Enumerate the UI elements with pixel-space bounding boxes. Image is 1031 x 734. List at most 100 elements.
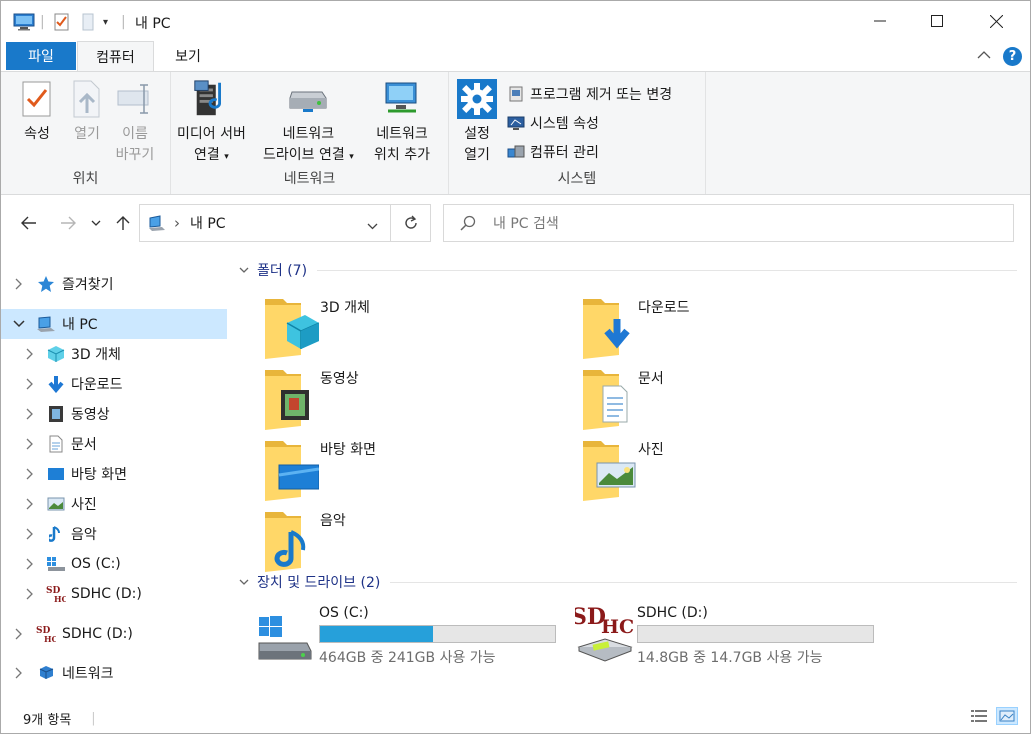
- expand-chevron-icon[interactable]: [23, 347, 37, 361]
- ribbon: 속성 열기 이름 바꾸기 위치 미디어 서버 연결 ▾ 네트워크 드라이브 연결…: [1, 71, 1030, 195]
- search-box[interactable]: 내 PC 검색: [443, 204, 1014, 242]
- tab-computer[interactable]: 컴퓨터: [77, 41, 154, 72]
- uninstall-program-button[interactable]: 프로그램 제거 또는 변경: [507, 82, 672, 106]
- maximize-button[interactable]: [908, 1, 966, 41]
- expand-chevron-icon[interactable]: [23, 497, 37, 511]
- rename-icon: [115, 78, 155, 120]
- help-icon[interactable]: ?: [1003, 47, 1022, 66]
- expand-chevron-icon[interactable]: [23, 467, 37, 481]
- expand-chevron-icon[interactable]: [23, 587, 37, 601]
- videos-folder-icon: [263, 364, 319, 430]
- expand-chevron-icon[interactable]: [12, 627, 26, 641]
- new-folder-qa-icon[interactable]: [81, 11, 95, 33]
- map-network-drive-button[interactable]: 네트워크 드라이브 연결 ▾: [263, 78, 354, 168]
- nav-label: 바탕 화면: [71, 467, 127, 483]
- minimize-button[interactable]: [851, 1, 909, 41]
- network-icon: [36, 663, 56, 683]
- title-bar: | ▾ | 내 PC: [1, 1, 1030, 41]
- up-button[interactable]: [109, 208, 137, 238]
- nav-item-child[interactable]: 동영상: [1, 399, 227, 429]
- recent-locations-button[interactable]: [85, 208, 107, 238]
- folder-name: 동영상: [320, 371, 359, 387]
- large-icons-view-button[interactable]: [996, 707, 1018, 725]
- folder-name: 문서: [638, 371, 664, 387]
- folder-item[interactable]: 3D 개체: [263, 293, 563, 359]
- nav-item-this-pc[interactable]: 내 PC: [1, 309, 227, 339]
- open-icon: [67, 78, 107, 120]
- folder-item[interactable]: 문서: [581, 364, 881, 430]
- nav-item-child[interactable]: SD HC SDHC (D:): [1, 579, 227, 609]
- download-icon: [46, 374, 66, 394]
- group-label-location: 위치: [72, 171, 99, 187]
- uninstall-icon: [507, 85, 525, 103]
- nav-item-network[interactable]: 네트워크: [1, 658, 227, 688]
- nav-item-child[interactable]: 사진: [1, 489, 227, 519]
- folders-section-header[interactable]: 폴더 (7): [239, 259, 1017, 281]
- folder-item[interactable]: 다운로드: [581, 293, 881, 359]
- properties-qa-icon[interactable]: [54, 11, 70, 33]
- expand-chevron-icon[interactable]: [23, 437, 37, 451]
- open-button[interactable]: 열기: [67, 78, 107, 145]
- rename-button[interactable]: 이름 바꾸기: [115, 78, 155, 166]
- computer-management-icon: [507, 143, 525, 161]
- properties-button[interactable]: 속성: [17, 78, 57, 145]
- nav-item-child[interactable]: 바탕 화면: [1, 459, 227, 489]
- collapse-ribbon-icon[interactable]: [977, 49, 991, 63]
- drive-d[interactable]: SD HC SDHC (D:) 14.8GB 중 14.7GB 사용 가능: [571, 603, 895, 671]
- address-bar[interactable]: › 내 PC: [139, 204, 391, 242]
- expand-chevron-icon[interactable]: [23, 407, 37, 421]
- add-network-location-button[interactable]: 네트워크 위치 추가: [374, 78, 430, 166]
- properties-label: 속성: [24, 126, 50, 142]
- sdhc-icon: SD HC: [46, 584, 66, 604]
- address-history-dropdown[interactable]: [367, 218, 378, 234]
- details-view-icon: [971, 710, 987, 722]
- nav-item-child[interactable]: 음악: [1, 519, 227, 549]
- rename-label-2: 바꾸기: [115, 147, 155, 163]
- map-drive-dropdown-icon: ▾: [349, 152, 354, 162]
- customize-qa-dropdown[interactable]: ▾: [103, 11, 108, 33]
- desktop-folder-icon: [263, 435, 320, 501]
- tab-view[interactable]: 보기: [159, 41, 217, 71]
- open-settings-button[interactable]: 설정 열기: [457, 78, 497, 166]
- nav-item-sdhc-root[interactable]: SD HC SDHC (D:): [1, 619, 227, 649]
- folder-item[interactable]: 동영상: [263, 364, 563, 430]
- 3d-objects-folder-icon: [263, 293, 320, 359]
- expand-chevron-icon[interactable]: [23, 557, 37, 571]
- expand-chevron-icon[interactable]: [23, 527, 37, 541]
- drive-c[interactable]: OS (C:) 464GB 중 241GB 사용 가능: [257, 603, 577, 671]
- folder-item[interactable]: 음악: [263, 506, 563, 572]
- ribbon-tabs: 파일 컴퓨터 보기 ?: [1, 41, 1030, 72]
- nav-item-child[interactable]: 문서: [1, 429, 227, 459]
- computer-management-label: 컴퓨터 관리: [530, 145, 599, 161]
- refresh-button[interactable]: [391, 204, 431, 242]
- system-properties-button[interactable]: 시스템 속성: [507, 111, 599, 135]
- forward-button[interactable]: [54, 208, 82, 238]
- drives-section-header[interactable]: 장치 및 드라이브 (2): [239, 571, 1017, 593]
- tab-file[interactable]: 파일: [6, 42, 76, 70]
- nav-item-child[interactable]: 3D 개체: [1, 339, 227, 369]
- status-bar: 9개 항목 |: [1, 703, 1030, 733]
- breadcrumb-this-pc[interactable]: 내 PC: [190, 213, 226, 233]
- folder-item[interactable]: 사진: [581, 435, 881, 501]
- nav-item-quick-access[interactable]: 즐겨찾기: [1, 269, 227, 299]
- expand-chevron-icon[interactable]: [12, 666, 26, 680]
- properties-icon: [17, 78, 57, 120]
- drive-c-usage-bar: [319, 625, 556, 643]
- media-server-button[interactable]: 미디어 서버 연결 ▾: [177, 78, 246, 168]
- file-explorer-window: | ▾ | 내 PC 파일 컴퓨터 보기 ? 속성 열기 이름 바꾸기 위치 미…: [0, 0, 1031, 734]
- windows-drive-icon: [257, 603, 317, 663]
- details-view-button[interactable]: [968, 707, 990, 725]
- computer-management-button[interactable]: 컴퓨터 관리: [507, 140, 599, 164]
- nav-label: OS (C:): [71, 556, 121, 572]
- settings-label-2: 열기: [464, 147, 490, 163]
- back-button[interactable]: [15, 208, 43, 238]
- collapse-chevron-icon[interactable]: [12, 317, 26, 331]
- 3d-objects-icon: [46, 344, 66, 364]
- expand-chevron-icon[interactable]: [23, 377, 37, 391]
- expand-chevron-icon[interactable]: [12, 277, 26, 291]
- nav-item-child[interactable]: OS (C:): [1, 549, 227, 579]
- drives-header-label: 장치 및 드라이브 (2): [257, 575, 381, 591]
- close-button[interactable]: [967, 1, 1025, 41]
- nav-item-child[interactable]: 다운로드: [1, 369, 227, 399]
- folder-item[interactable]: 바탕 화면: [263, 435, 563, 501]
